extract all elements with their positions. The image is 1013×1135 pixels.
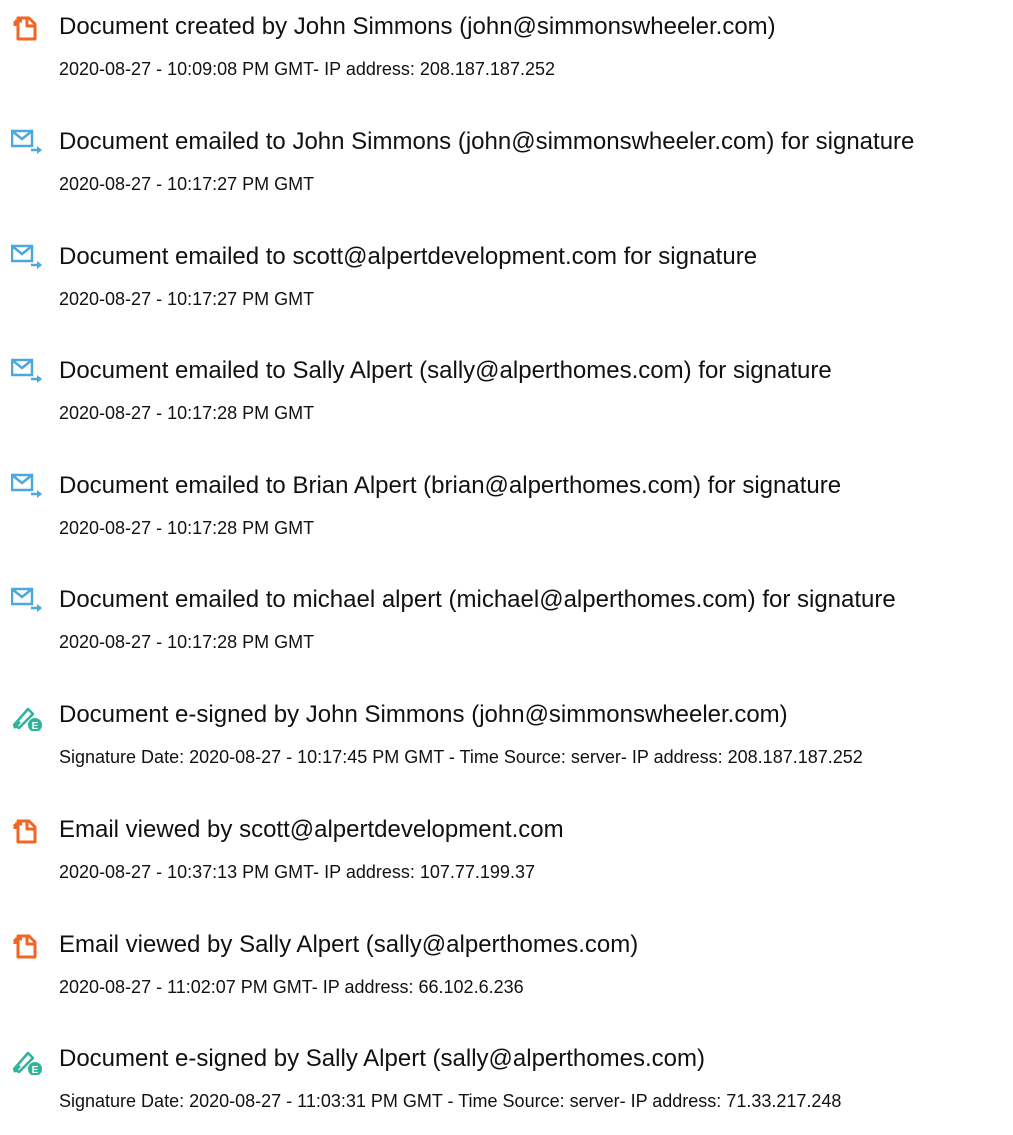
- entry-title: Email viewed by Sally Alpert (sally@alpe…: [59, 931, 639, 958]
- entry-title: Document emailed to Sally Alpert (sally@…: [59, 357, 832, 384]
- entry-detail: 2020-08-27 - 10:17:27 PM GMT: [59, 174, 315, 194]
- entry-title: Document emailed to John Simmons (john@s…: [59, 128, 915, 155]
- email-sent-icon: [11, 243, 45, 273]
- entry-detail: 2020-08-27 - 10:17:28 PM GMT: [59, 632, 315, 652]
- audit-entry: Document emailed to Brian Alpert (brian@…: [0, 462, 1013, 562]
- entry-title: Document emailed to scott@alpertdevelopm…: [59, 243, 758, 270]
- email-sent-icon: [11, 472, 45, 502]
- svg-text:E: E: [32, 721, 39, 731]
- entry-detail: 2020-08-27 - 10:37:13 PM GMT- IP address…: [59, 862, 535, 882]
- email-sent-icon: [11, 586, 45, 616]
- entry-detail: 2020-08-27 - 10:09:08 PM GMT- IP address…: [59, 59, 555, 79]
- entry-detail: 2020-08-27 - 10:17:28 PM GMT: [59, 403, 315, 423]
- document-icon: [11, 816, 45, 846]
- entry-title: Document created by John Simmons (john@s…: [59, 13, 776, 40]
- document-icon: [11, 13, 45, 43]
- document-icon: [11, 931, 45, 961]
- audit-entry: Document emailed to michael alpert (mich…: [0, 576, 1013, 676]
- email-sent-icon: [11, 128, 45, 158]
- audit-entry: Document emailed to Sally Alpert (sally@…: [0, 347, 1013, 447]
- svg-text:E: E: [32, 1065, 39, 1075]
- audit-entry: Email viewed by scott@alpertdevelopment.…: [0, 806, 1013, 906]
- entry-detail: Signature Date: 2020-08-27 - 10:17:45 PM…: [59, 747, 863, 767]
- entry-title: Document e-signed by John Simmons (john@…: [59, 701, 788, 728]
- audit-entry: E Document e-signed by John Simmons (joh…: [0, 691, 1013, 791]
- email-sent-icon: [11, 357, 45, 387]
- entry-detail: 2020-08-27 - 11:02:07 PM GMT- IP address…: [59, 977, 524, 997]
- entry-title: Document emailed to michael alpert (mich…: [59, 586, 896, 613]
- entry-detail: 2020-08-27 - 10:17:28 PM GMT: [59, 518, 315, 538]
- entry-detail: Signature Date: 2020-08-27 - 11:03:31 PM…: [59, 1091, 842, 1111]
- audit-entry: Email viewed by Sally Alpert (sally@alpe…: [0, 921, 1013, 1021]
- e-sign-icon: E: [11, 701, 45, 731]
- e-sign-icon: E: [11, 1045, 45, 1075]
- audit-entry: Document created by John Simmons (john@s…: [0, 3, 1013, 103]
- audit-entry: E Document e-signed by Sally Alpert (sal…: [0, 1035, 1013, 1135]
- audit-entry: Document emailed to John Simmons (john@s…: [0, 118, 1013, 218]
- entry-detail: 2020-08-27 - 10:17:27 PM GMT: [59, 289, 315, 309]
- entry-title: Document emailed to Brian Alpert (brian@…: [59, 472, 842, 499]
- entry-title: Email viewed by scott@alpertdevelopment.…: [59, 816, 564, 843]
- audit-entry: Document emailed to scott@alpertdevelopm…: [0, 233, 1013, 333]
- entry-title: Document e-signed by Sally Alpert (sally…: [59, 1045, 705, 1072]
